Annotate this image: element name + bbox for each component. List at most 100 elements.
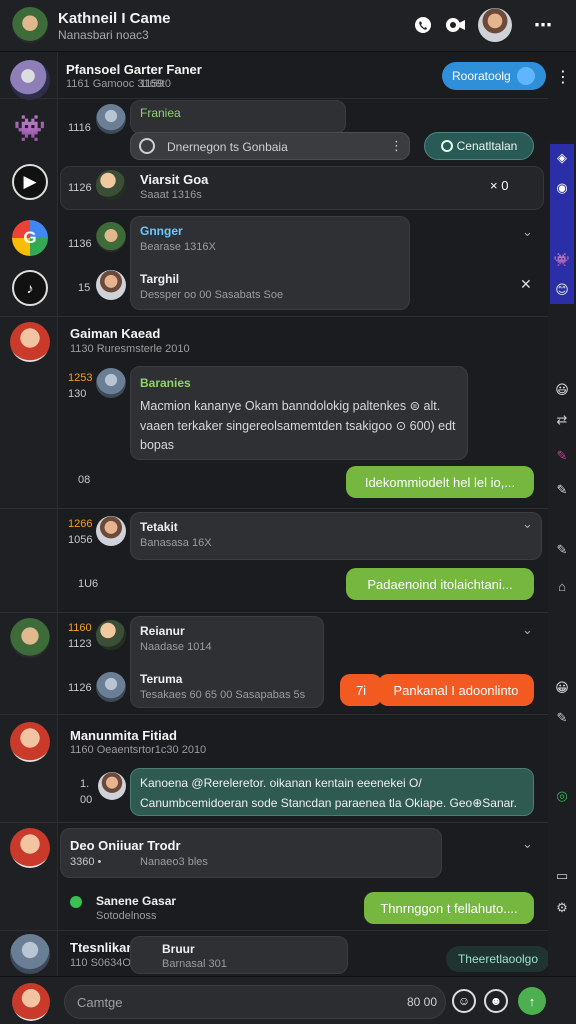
emoji-icon[interactable]: 😀 — [552, 678, 572, 698]
message-bubble[interactable] — [60, 828, 442, 878]
right-action-strip: ◈ ◉ 👾 😊 😃 ⇄ ✎ ✎ ✎ ⌂ 😀 ✎ ◎ ▭ ⚙ — [548, 140, 576, 980]
pinned-action-button[interactable]: Rooratoolg — [442, 62, 546, 90]
globe-icon[interactable]: ◉ — [552, 178, 572, 198]
reply-time: 1U6 — [78, 578, 99, 590]
sent-message[interactable]: Idekommiodelt hel lel io,... — [346, 466, 534, 498]
group-subtitle: 1160 Oeaentsrtor1c30 2010 — [70, 744, 207, 756]
new-messages-pill[interactable]: Theeretlaoolgo — [446, 946, 550, 972]
search-placeholder: Dnernegon ts Gonbaia — [167, 140, 288, 154]
compose-icon[interactable]: ▶ — [12, 164, 48, 200]
chat-avatar[interactable] — [12, 7, 48, 43]
row-avatar[interactable] — [96, 170, 126, 200]
chat-subtitle: Nanasbari noac3 — [58, 28, 149, 42]
orange-badge[interactable]: 7i — [340, 674, 382, 706]
group-avatar[interactable] — [10, 618, 50, 658]
sticker-icon[interactable]: ☺ — [452, 989, 476, 1013]
ghost-icon[interactable]: 👾 — [552, 250, 572, 270]
group-subtitle: 110 S0634O — [70, 957, 131, 969]
close-icon[interactable]: ✕ — [520, 276, 532, 293]
sender-name: Targhil — [140, 272, 180, 286]
whatsapp-icon[interactable]: ◎ — [552, 786, 572, 806]
row-time: 1126 — [68, 182, 92, 194]
top-bar: Kathneil I Came Nanasbari noac3 ⋯ — [0, 0, 576, 52]
row-avatar[interactable] — [96, 104, 126, 134]
shield-icon[interactable]: ◈ — [552, 148, 572, 168]
chat-row-card[interactable] — [60, 166, 544, 210]
google-icon[interactable]: G — [12, 220, 48, 256]
separator — [0, 822, 548, 823]
emoji-icon[interactable]: 😃 — [552, 380, 572, 400]
row-subtitle: Nanaeo3 bles — [140, 856, 208, 868]
sender-name: Tetakit — [140, 520, 178, 534]
send-icon[interactable]: ↑ — [518, 987, 546, 1015]
group-avatar[interactable] — [10, 322, 50, 362]
pen-icon[interactable]: ✎ — [552, 708, 572, 728]
online-dot — [70, 896, 82, 908]
row-avatar[interactable] — [96, 620, 126, 650]
sidebar-avatar[interactable] — [10, 60, 50, 100]
row-avatar[interactable] — [96, 516, 126, 546]
chevron-down-icon[interactable]: ⌄ — [522, 622, 533, 638]
group-avatar[interactable] — [10, 828, 50, 868]
sender-name: Franiea — [140, 106, 181, 120]
swap-icon[interactable]: ⇄ — [552, 410, 572, 430]
row-avatar[interactable] — [98, 772, 126, 800]
chevron-down-icon[interactable]: ⌄ — [522, 516, 533, 532]
sent-message[interactable]: Thnrnggon t fellahuto.... — [364, 892, 534, 924]
chevron-down-icon[interactable]: ⌄ — [522, 224, 533, 240]
sender-name: Bruur — [162, 942, 195, 956]
row-subtitle: Dessper oo 00 Sasabats Soe — [140, 289, 284, 301]
sender-name: Gnnger — [140, 224, 183, 238]
sent-message[interactable]: Pankanal I adoonlinto — [378, 674, 534, 706]
pinned-action-label: Rooratoolg — [452, 69, 511, 83]
row-subtitle: Tesakaes 60 65 00 Sasapabas 5s — [140, 689, 306, 701]
row-time: 130 — [68, 388, 87, 400]
row-time: 1123 — [68, 638, 92, 650]
message-bubble[interactable] — [130, 512, 542, 560]
sender-name: Reianur — [140, 624, 185, 638]
message-search-field[interactable]: Dnernegon ts Gonbaia ⋮ — [130, 132, 410, 160]
row-subtitle: Bearase 1316X — [140, 241, 216, 253]
panel-icon[interactable]: ▭ — [552, 866, 572, 886]
group-name: Gaiman Kaead — [70, 326, 161, 341]
pinned-more-icon[interactable]: ⋮ — [550, 64, 576, 90]
search-action-label: Cenatltalan — [456, 139, 518, 153]
phone-icon[interactable] — [410, 12, 436, 38]
group-avatar[interactable] — [10, 722, 50, 762]
pen-icon[interactable]: ✎ — [552, 446, 572, 466]
row-avatar[interactable] — [96, 672, 126, 702]
row-avatar[interactable] — [96, 222, 126, 252]
sender-name: Viarsit Goa — [140, 172, 209, 187]
sender-name: Baranies — [140, 376, 191, 390]
ghost-icon[interactable]: 👾 — [12, 110, 48, 146]
group-subtitle: Sotodelnoss — [96, 910, 157, 922]
pen-icon[interactable]: ✎ — [552, 480, 572, 500]
settings-icon[interactable]: ⚙ — [552, 898, 572, 918]
pinned-title: Pfansoel Garter Faner — [66, 62, 202, 77]
row-badge[interactable]: × 0 — [490, 178, 508, 193]
row-time: 1160 — [68, 622, 92, 634]
new-messages-label: Theeretlaoolgo — [457, 952, 539, 966]
my-avatar[interactable] — [12, 983, 50, 1021]
tiktok-icon[interactable]: ♪ — [12, 270, 48, 306]
more-icon[interactable]: ⋯ — [530, 12, 556, 38]
group-avatar[interactable] — [10, 934, 50, 974]
separator — [0, 930, 548, 931]
emoji-icon[interactable]: ☻ — [484, 989, 508, 1013]
cart-icon[interactable]: ⌂ — [552, 576, 572, 596]
video-call-icon[interactable] — [442, 12, 468, 38]
emoji-icon[interactable]: 😊 — [552, 280, 572, 300]
sent-message[interactable]: Padaenoind itolaichtani... — [346, 568, 534, 600]
drop-icon — [516, 67, 535, 85]
search-action-button[interactable]: Cenatltalan — [424, 132, 534, 160]
reply-time: 08 — [78, 474, 91, 486]
chevron-down-icon[interactable]: ⌄ — [522, 836, 533, 852]
message-input[interactable]: Camtge 80 00 — [64, 985, 446, 1019]
row-subtitle: Saaat 1316s — [140, 189, 202, 201]
pen-icon[interactable]: ✎ — [552, 540, 572, 560]
row-avatar[interactable] — [96, 368, 126, 398]
search-more-icon[interactable]: ⋮ — [390, 138, 403, 154]
message-text: Kanoena @Rereleretor. oikanan kentain ee… — [140, 776, 422, 790]
contact-avatar[interactable] — [478, 8, 512, 42]
row-avatar[interactable] — [96, 270, 126, 300]
